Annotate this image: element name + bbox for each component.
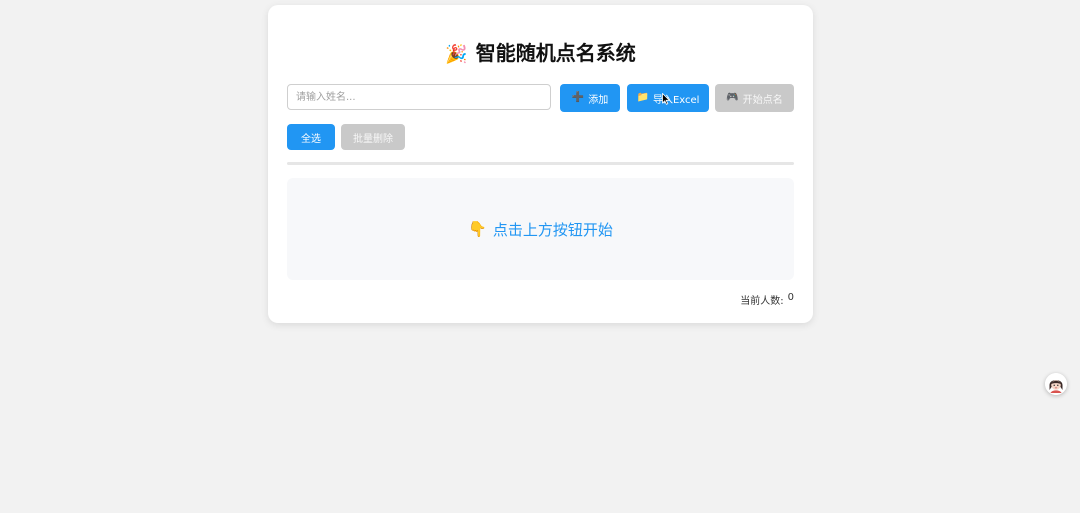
pointing-down-icon: 👇 [468, 220, 487, 238]
folder-icon: 📁 [636, 92, 649, 103]
empty-state-text: 点击上方按钮开始 [492, 220, 613, 239]
people-count-value: 0 [787, 292, 794, 303]
import-excel-button-label: 导入Excel [652, 94, 700, 106]
select-all-button-label: 全选 [301, 133, 321, 145]
plus-icon: ➕ [571, 92, 585, 103]
people-count: 当前人数: 0 [740, 292, 794, 307]
name-input[interactable] [287, 84, 551, 110]
add-button-label: 添加 [588, 94, 609, 106]
party-popper-icon: 🎉 [445, 44, 468, 65]
batch-delete-button-label: 批量删除 [353, 133, 393, 145]
add-button[interactable]: ➕ 添加 [560, 84, 620, 112]
input-toolbar: ➕ 添加 📁 导入Excel 🎮 开始点名 [287, 84, 794, 112]
page-title-text: 智能随机点名系统 [475, 41, 636, 65]
select-all-button[interactable]: 全选 [287, 124, 335, 150]
start-roll-call-button-label: 开始点名 [742, 94, 783, 106]
people-count-label: 当前人数: [740, 296, 784, 307]
gamepad-icon: 🎮 [726, 92, 739, 103]
main-card: 🎉智能随机点名系统 ➕ 添加 📁 导入Excel 🎮 开始点名 全选 批量删除 … [268, 5, 813, 323]
divider [287, 162, 794, 165]
assistant-avatar-button[interactable] [1045, 373, 1067, 395]
bulk-actions: 全选 批量删除 [287, 124, 794, 150]
mouse-cursor-icon [662, 93, 670, 105]
assistant-avatar-icon [1045, 373, 1067, 395]
empty-state-panel: 👇 点击上方按钮开始 [287, 178, 794, 280]
page-title: 🎉 智能随机点名系统 [268, 39, 813, 69]
start-roll-call-button[interactable]: 🎮 开始点名 [715, 84, 794, 112]
batch-delete-button[interactable]: 批量删除 [341, 124, 405, 150]
